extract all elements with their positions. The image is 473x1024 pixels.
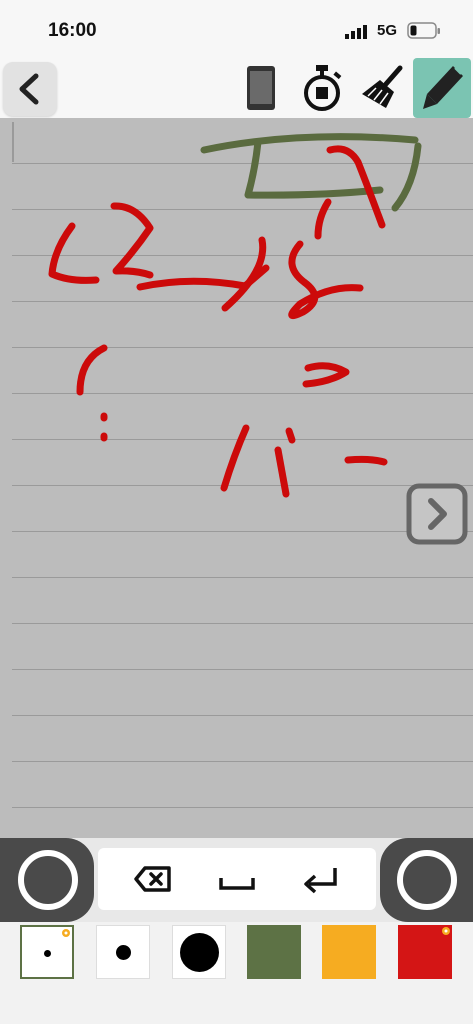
back-button[interactable] bbox=[3, 62, 57, 116]
small-dot bbox=[44, 950, 51, 957]
chevron-left-icon bbox=[19, 73, 39, 105]
color-orange[interactable] bbox=[322, 925, 376, 979]
pen-icon bbox=[423, 66, 463, 109]
pen-size-medium[interactable] bbox=[96, 925, 150, 979]
stopwatch-icon bbox=[304, 65, 342, 111]
circle-icon bbox=[18, 850, 78, 910]
left-undo-button[interactable] bbox=[0, 838, 94, 922]
device-button[interactable] bbox=[238, 62, 284, 114]
space-key[interactable] bbox=[202, 848, 272, 910]
color-red[interactable] bbox=[398, 925, 452, 979]
gear-icon bbox=[442, 927, 450, 935]
pen-size-small[interactable] bbox=[20, 925, 74, 979]
broom-icon bbox=[362, 65, 403, 108]
pen-tool-button[interactable] bbox=[413, 58, 471, 118]
backspace-icon bbox=[134, 866, 171, 892]
gear-icon bbox=[62, 929, 70, 937]
pen-size-large[interactable] bbox=[172, 925, 226, 979]
color-green[interactable] bbox=[247, 925, 301, 979]
timer-button[interactable] bbox=[297, 62, 347, 114]
space-icon bbox=[219, 878, 255, 890]
backspace-key[interactable] bbox=[118, 848, 188, 910]
right-redo-button[interactable] bbox=[380, 838, 473, 922]
phone-icon bbox=[247, 66, 275, 110]
key-panel bbox=[98, 848, 376, 910]
network-label: 5G bbox=[377, 22, 398, 39]
clear-button[interactable] bbox=[356, 62, 406, 114]
handwriting-ink bbox=[48, 133, 422, 498]
circle-icon bbox=[397, 850, 457, 910]
medium-dot bbox=[116, 945, 131, 960]
return-icon bbox=[304, 868, 337, 894]
signal-icon bbox=[345, 25, 367, 39]
battery-icon bbox=[407, 22, 440, 39]
large-dot bbox=[180, 933, 219, 972]
return-key[interactable] bbox=[286, 848, 356, 910]
status-time: 16:00 bbox=[48, 20, 97, 41]
next-page-button[interactable] bbox=[406, 483, 468, 545]
